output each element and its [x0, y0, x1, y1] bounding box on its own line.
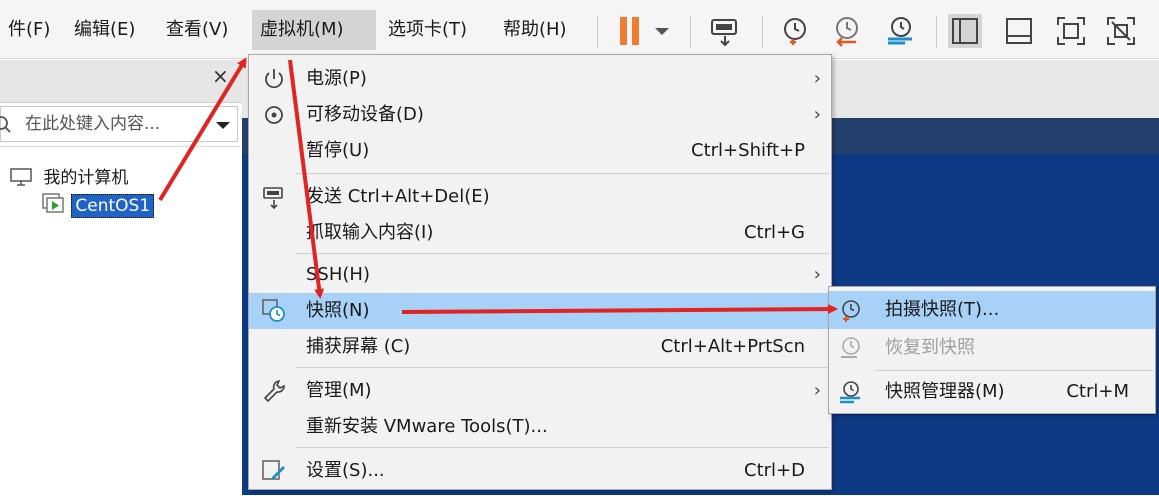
- menu-item-send-ctrl-alt-del[interactable]: 发送 Ctrl+Alt+Del(E): [249, 179, 831, 215]
- menu-item-snapshot[interactable]: 快照(N): [249, 293, 831, 329]
- submenu-item-label: 恢复到快照: [885, 337, 975, 358]
- menu-item-settings[interactable]: 设置(S)... Ctrl+D: [249, 453, 831, 489]
- menu-item-label: 重新安装 VMware Tools(T)...: [306, 416, 548, 437]
- wrench-icon: [261, 378, 287, 404]
- menu-separator: [875, 370, 1153, 371]
- vm-running-icon: [42, 193, 64, 213]
- menu-item-grab-input[interactable]: 抓取输入内容(I) Ctrl+G: [249, 215, 831, 251]
- menu-item-capture-screen[interactable]: 捕获屏幕 (C) Ctrl+Alt+PrtScn: [249, 329, 831, 365]
- submenu-item-revert-snapshot[interactable]: 恢复到快照: [829, 329, 1155, 367]
- menu-bar: 件(F) 编辑(E) 查看(V) 虚拟机(M) 选项卡(T) 帮助(H): [0, 0, 1159, 59]
- take-snapshot-icon: [837, 297, 863, 323]
- send-ctrl-alt-del-icon[interactable]: [708, 14, 742, 48]
- menu-item-shortcut: Ctrl+Alt+PrtScn: [660, 336, 805, 357]
- submenu-item-take-snapshot[interactable]: 拍摄快照(T)...: [829, 291, 1155, 329]
- submenu-item-label: 拍摄快照(T)...: [885, 299, 1000, 320]
- tree-item-label: CentOS1: [71, 194, 155, 218]
- menu-item-ssh[interactable]: SSH(H) ›: [249, 257, 831, 293]
- menu-item-power[interactable]: 电源(P) ›: [249, 61, 831, 97]
- submenu-item-shortcut: Ctrl+M: [1066, 381, 1129, 402]
- menu-item-shortcut: Ctrl+D: [744, 460, 805, 481]
- toolbar-separator: [690, 16, 691, 48]
- menu-item-label: 可移动设备(D): [306, 104, 424, 125]
- menu-item-reinstall-vmware-tools[interactable]: 重新安装 VMware Tools(T)...: [249, 409, 831, 445]
- submenu-item-label: 快照管理器(M): [885, 381, 1005, 402]
- menu-separator: [295, 253, 829, 254]
- menu-item-label: SSH(H): [306, 264, 370, 285]
- menu-item-label: 暂停(U): [306, 140, 370, 161]
- chevron-down-icon[interactable]: [211, 113, 235, 137]
- menu-item-manage[interactable]: 管理(M) ›: [249, 373, 831, 409]
- computer-icon: [10, 168, 32, 186]
- search-icon: [0, 116, 11, 133]
- power-icon: [261, 66, 287, 92]
- search-input[interactable]: [23, 109, 207, 139]
- unity-icon[interactable]: [1104, 14, 1138, 48]
- snapshot-manager-icon[interactable]: [883, 14, 917, 48]
- take-snapshot-icon[interactable]: [778, 14, 812, 48]
- menu-item-label: 设置(S)...: [306, 460, 385, 481]
- menu-item-label: 电源(P): [306, 68, 367, 89]
- revert-snapshot-icon: [837, 335, 863, 361]
- library-header: [0, 60, 242, 103]
- toolbar-separator: [936, 16, 937, 48]
- tree-item-label: 我的计算机: [43, 168, 129, 188]
- library-search[interactable]: [0, 106, 238, 142]
- toolbar-separator: [597, 16, 598, 48]
- menu-item-label: 发送 Ctrl+Alt+Del(E): [306, 186, 490, 207]
- dropdown-arrow-icon[interactable]: [650, 14, 674, 48]
- toolbar-separator: [762, 16, 763, 48]
- fullscreen-icon[interactable]: [1054, 14, 1088, 48]
- vm-library-tree: 我的计算机 CentOS1: [0, 146, 240, 496]
- library-view-icon[interactable]: [948, 14, 982, 48]
- menu-help[interactable]: 帮助(H): [495, 10, 575, 50]
- menu-tabs[interactable]: 选项卡(T): [380, 10, 475, 50]
- menu-separator: [295, 447, 829, 448]
- revert-snapshot-icon[interactable]: [830, 14, 864, 48]
- console-view-icon[interactable]: [1002, 14, 1036, 48]
- pause-icon[interactable]: [613, 14, 647, 48]
- send-keys-icon: [261, 184, 287, 210]
- menu-view[interactable]: 查看(V): [158, 10, 236, 50]
- menu-item-label: 捕获屏幕 (C): [306, 336, 411, 357]
- menu-edit[interactable]: 编辑(E): [66, 10, 143, 50]
- chevron-right-icon: ›: [813, 68, 821, 89]
- vm-menu-dropdown: 电源(P) › 可移动设备(D) › 暂停(U) Ctrl+Shift+P 发送…: [248, 54, 832, 490]
- menu-item-removable-devices[interactable]: 可移动设备(D) ›: [249, 97, 831, 133]
- library-close-icon[interactable]: ×: [212, 64, 229, 88]
- chevron-right-icon: ›: [813, 264, 821, 285]
- disc-icon: [261, 102, 287, 128]
- snapshot-submenu: 拍摄快照(T)... 恢复到快照 快照管理器(M) Ctrl+M: [828, 286, 1156, 414]
- snapshot-manager-icon: [837, 379, 863, 405]
- snapshot-icon: [261, 298, 287, 324]
- tree-item-centos1[interactable]: CentOS1: [42, 193, 155, 218]
- menu-file[interactable]: 件(F): [0, 10, 58, 50]
- menu-item-label: 快照(N): [306, 300, 370, 321]
- menu-item-shortcut: Ctrl+G: [743, 222, 805, 243]
- menu-item-pause[interactable]: 暂停(U) Ctrl+Shift+P: [249, 133, 831, 169]
- menu-separator: [295, 367, 829, 368]
- menu-item-shortcut: Ctrl+Shift+P: [691, 140, 805, 161]
- menu-vm[interactable]: 虚拟机(M): [252, 10, 376, 50]
- settings-icon: [261, 458, 287, 484]
- menu-item-label: 抓取输入内容(I): [306, 222, 434, 243]
- menu-item-label: 管理(M): [306, 380, 372, 401]
- menu-separator: [295, 173, 829, 174]
- chevron-right-icon: ›: [813, 104, 821, 125]
- submenu-item-snapshot-manager[interactable]: 快照管理器(M) Ctrl+M: [829, 373, 1155, 411]
- tree-item-my-computer[interactable]: 我的计算机: [10, 163, 128, 188]
- chevron-right-icon: ›: [813, 380, 821, 401]
